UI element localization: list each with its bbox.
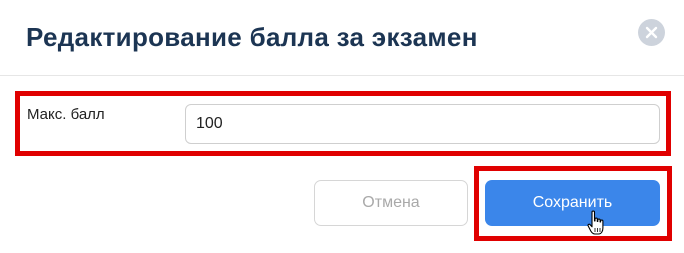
dialog-title: Редактирование балла за экзамен: [26, 22, 478, 52]
edit-exam-score-dialog: Редактирование балла за экзамен Макс. ба…: [0, 0, 684, 253]
max-score-label: Макс. балл: [27, 106, 105, 123]
close-icon: [645, 26, 658, 39]
hand-pointer-icon: [587, 210, 604, 235]
cancel-button[interactable]: Отмена: [314, 180, 468, 226]
close-button[interactable]: [638, 19, 665, 46]
save-button[interactable]: Сохранить: [485, 180, 660, 226]
max-score-input[interactable]: [185, 104, 660, 144]
dialog-header: Редактирование балла за экзамен: [0, 0, 684, 76]
